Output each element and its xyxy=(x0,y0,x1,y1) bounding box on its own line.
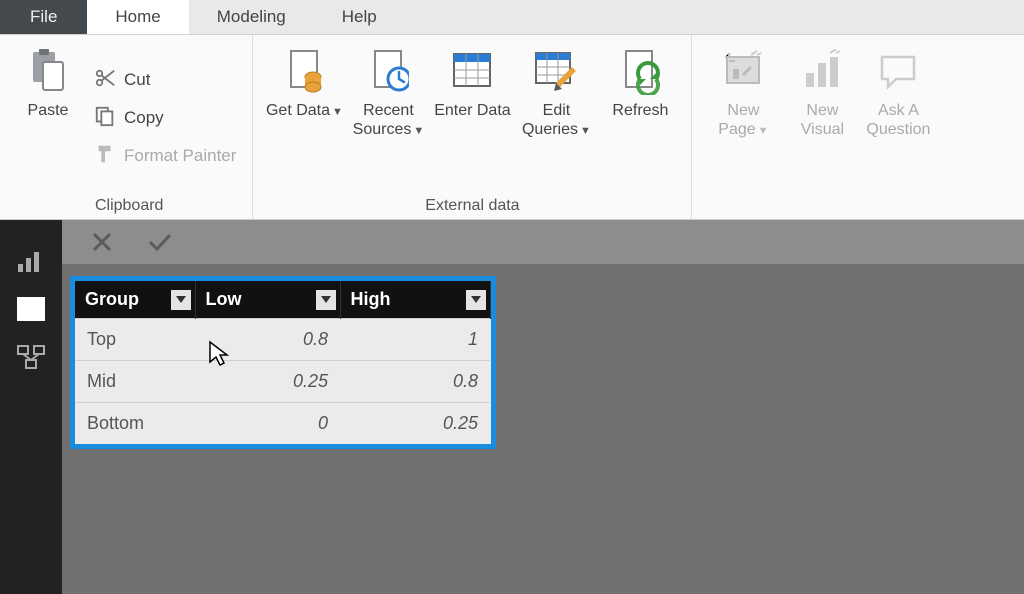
cell-low[interactable]: 0 xyxy=(195,403,340,445)
copy-icon xyxy=(94,105,116,132)
ribbon-group-clipboard: Paste Cut Copy Format Painter Clipboard xyxy=(0,35,253,219)
paste-label: Paste xyxy=(28,101,69,141)
new-visual-button[interactable]: New Visual xyxy=(788,41,856,195)
cell-high[interactable]: 1 xyxy=(340,319,490,361)
edit-queries-icon xyxy=(532,45,580,97)
copy-button[interactable]: Copy xyxy=(90,103,240,133)
edit-queries-button[interactable]: Edit Queries▼ xyxy=(517,41,595,195)
column-header-label: Group xyxy=(85,289,139,309)
workspace: Group Low High xyxy=(0,220,1024,594)
report-view-button[interactable] xyxy=(14,246,48,276)
cell-group[interactable]: Mid xyxy=(75,361,195,403)
get-data-button[interactable]: Get Data▼ xyxy=(265,41,343,195)
cancel-formula-button[interactable] xyxy=(88,228,116,256)
format-painter-button[interactable]: Format Painter xyxy=(90,141,240,171)
get-data-icon xyxy=(283,45,325,97)
new-page-button[interactable]: New Page▼ xyxy=(704,41,782,195)
edit-queries-label: Edit Queries▼ xyxy=(517,101,595,141)
brush-icon xyxy=(94,143,116,170)
format-painter-label: Format Painter xyxy=(124,146,236,166)
ribbon: Paste Cut Copy Format Painter Clipboard xyxy=(0,35,1024,220)
group-label-insert xyxy=(817,197,821,215)
tab-modeling[interactable]: Modeling xyxy=(189,0,314,34)
new-visual-label: New Visual xyxy=(788,101,856,141)
data-view-button[interactable] xyxy=(14,294,48,324)
table-row[interactable]: Top 0.8 1 xyxy=(75,319,490,361)
cell-high[interactable]: 0.8 xyxy=(340,361,490,403)
enter-data-label: Enter Data xyxy=(434,101,510,141)
table-header-row: Group Low High xyxy=(75,281,490,319)
refresh-icon xyxy=(618,45,662,97)
cell-low[interactable]: 0.8 xyxy=(195,319,340,361)
column-filter-button[interactable] xyxy=(466,290,486,310)
ribbon-group-insert: New Page▼ New Visual Ask A Question xyxy=(692,35,946,219)
cell-low[interactable]: 0.25 xyxy=(195,361,340,403)
enter-data-button[interactable]: Enter Data xyxy=(433,41,511,195)
menu-tabbar: File Home Modeling Help xyxy=(0,0,1024,35)
cell-group[interactable]: Bottom xyxy=(75,403,195,445)
recent-sources-label: Recent Sources▼ xyxy=(349,101,427,141)
group-label-clipboard: Clipboard xyxy=(95,197,163,215)
table-row[interactable]: Bottom 0 0.25 xyxy=(75,403,490,445)
cut-button[interactable]: Cut xyxy=(90,65,240,95)
column-header-label: High xyxy=(351,289,391,309)
commit-formula-button[interactable] xyxy=(146,228,174,256)
column-filter-button[interactable] xyxy=(316,290,336,310)
formula-bar xyxy=(62,220,1024,264)
copy-label: Copy xyxy=(124,108,164,128)
column-header-group[interactable]: Group xyxy=(75,281,195,319)
tab-help[interactable]: Help xyxy=(314,0,405,34)
model-view-button[interactable] xyxy=(14,342,48,372)
tab-home[interactable]: Home xyxy=(87,0,188,34)
paste-button[interactable]: Paste xyxy=(18,41,78,195)
group-label-external: External data xyxy=(425,197,519,215)
table-row[interactable]: Mid 0.25 0.8 xyxy=(75,361,490,403)
ask-question-button[interactable]: Ask A Question xyxy=(862,41,934,195)
ask-question-label: Ask A Question xyxy=(862,101,934,141)
column-header-label: Low xyxy=(206,289,242,309)
recent-sources-icon xyxy=(367,45,409,97)
column-header-high[interactable]: High xyxy=(340,281,490,319)
new-page-label: New Page▼ xyxy=(704,101,782,141)
cell-high[interactable]: 0.25 xyxy=(340,403,490,445)
new-page-icon xyxy=(721,45,765,97)
refresh-button[interactable]: Refresh xyxy=(601,41,679,195)
enter-data-icon xyxy=(450,45,494,97)
data-table[interactable]: Group Low High xyxy=(70,276,496,449)
scissors-icon xyxy=(94,67,116,94)
view-switcher xyxy=(0,220,62,594)
refresh-label: Refresh xyxy=(612,101,668,141)
paste-icon xyxy=(27,45,69,97)
cut-label: Cut xyxy=(124,70,150,90)
recent-sources-button[interactable]: Recent Sources▼ xyxy=(349,41,427,195)
get-data-label: Get Data▼ xyxy=(266,101,343,141)
canvas: Group Low High xyxy=(62,220,1024,594)
column-header-low[interactable]: Low xyxy=(195,281,340,319)
cell-group[interactable]: Top xyxy=(75,319,195,361)
column-filter-button[interactable] xyxy=(171,290,191,310)
ask-question-icon xyxy=(876,45,920,97)
tab-file[interactable]: File xyxy=(0,0,87,34)
ribbon-group-external-data: Get Data▼ Recent Sources▼ Enter Data Edi… xyxy=(253,35,692,219)
new-visual-icon xyxy=(800,45,844,97)
